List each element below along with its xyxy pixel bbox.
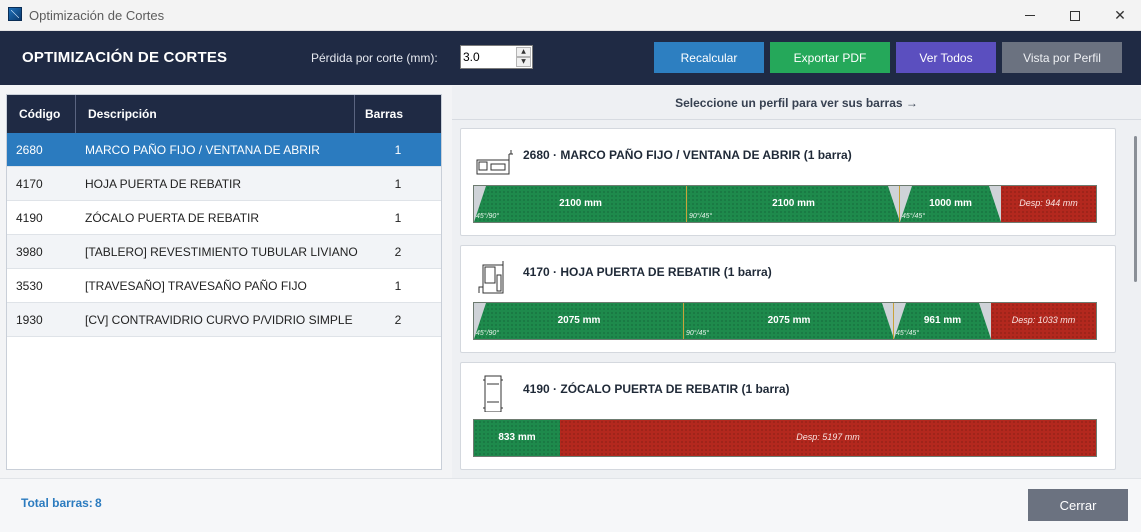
cell-bars: 2 — [394, 313, 402, 327]
cards-container: 2680 · MARCO PAÑO FIJO / VENTANA DE ABRI… — [460, 128, 1116, 478]
cell-bars: 1 — [394, 211, 402, 225]
total-bars-value: 8 — [95, 496, 102, 510]
cell-bars: 1 — [394, 279, 402, 293]
cell-code: 3980 — [16, 245, 43, 259]
cut-angle-label: 45°/90° — [476, 330, 500, 337]
cut-bar[interactable]: 2100 mm 45°/90° 2100 mm 90°/45° 1000 mm 45°/4… — [473, 185, 1097, 223]
footer: Total barras: 8 Cerrar — [0, 478, 1141, 532]
table-header: Código Descripción Barras — [7, 95, 441, 133]
cell-description: [CV] CONTRAVIDRIO CURVO P/VIDRIO SIMPLE — [85, 313, 353, 327]
app-icon — [8, 7, 22, 21]
window-title: Optimización de Cortes — [29, 8, 165, 23]
recalculate-button[interactable]: Recalcular — [654, 42, 764, 73]
column-header-bars[interactable]: Barras — [355, 95, 441, 133]
waste-segment[interactable]: Desp: 1033 mm — [991, 303, 1096, 339]
cut-segment[interactable]: 2075 mm — [684, 303, 894, 339]
select-profile-hint: Seleccione un perfil para ver sus barras… — [675, 96, 918, 110]
card-title: 2680 · MARCO PAÑO FIJO / VENTANA DE ABRI… — [523, 148, 852, 162]
cut-segment[interactable]: 2075 mm — [474, 303, 684, 339]
table-row[interactable]: 4170 HOJA PUERTA DE REBATIR 1 — [7, 167, 441, 201]
cell-description: [TRAVESAÑO] TRAVESAÑO PAÑO FIJO — [85, 279, 307, 293]
cut-angle-label: 90°/45° — [689, 213, 713, 220]
waste-segment[interactable]: Desp: 5197 mm — [560, 420, 1096, 456]
close-window-button[interactable]: ✕ — [1097, 0, 1141, 31]
title-bar: Optimización de Cortes ✕ — [0, 0, 1141, 31]
cell-code: 3530 — [16, 279, 43, 293]
cut-length-label: 2100 mm — [772, 198, 815, 209]
cell-code: 2680 — [16, 143, 43, 157]
cut-length-label: 833 mm — [498, 432, 536, 443]
cut-length-label: 961 mm — [923, 315, 962, 326]
minimize-button[interactable] — [1007, 0, 1053, 31]
cut-segment[interactable]: 833 mm — [474, 420, 560, 456]
table-row[interactable]: 2680 MARCO PAÑO FIJO / VENTANA DE ABRIR … — [7, 133, 441, 167]
loss-per-cut-label: Pérdida por corte (mm): — [311, 51, 438, 65]
waste-label: Desp: 5197 mm — [796, 432, 860, 442]
export-pdf-button[interactable]: Exportar PDF — [770, 42, 890, 73]
profiles-table: Código Descripción Barras 2680 MARCO PAÑ… — [6, 94, 442, 470]
cut-bar[interactable]: 833 mm Desp: 5197 mm — [473, 419, 1097, 457]
vertical-scrollbar[interactable] — [1128, 120, 1140, 478]
cut-bar[interactable]: 2075 mm 45°/90° 2075 mm 90°/45° 961 mm 45°/45… — [473, 302, 1097, 340]
cut-length-label: 2075 mm — [767, 315, 811, 326]
close-icon: ✕ — [1114, 7, 1126, 24]
divider — [452, 119, 1141, 120]
cell-description: HOJA PUERTA DE REBATIR — [85, 177, 242, 191]
cell-bars: 2 — [394, 245, 402, 259]
profile-card: 2680 · MARCO PAÑO FIJO / VENTANA DE ABRI… — [460, 128, 1116, 236]
cell-description: MARCO PAÑO FIJO / VENTANA DE ABRIR — [85, 143, 320, 157]
column-header-description[interactable]: Descripción — [76, 95, 355, 133]
cut-angle-label: 90°/45° — [686, 330, 710, 337]
dialog-window: Optimización de Cortes ✕ OPTIMIZACIÓN DE… — [0, 0, 1141, 532]
cut-angle-label: 45°/45° — [902, 213, 926, 220]
loss-per-cut-input[interactable] — [463, 48, 515, 66]
bars-panel: Seleccione un perfil para ver sus barras… — [452, 86, 1141, 478]
cell-code: 4190 — [16, 211, 43, 225]
maximize-icon — [1070, 10, 1080, 21]
table-body: 2680 MARCO PAÑO FIJO / VENTANA DE ABRIR … — [7, 133, 441, 337]
waste-label: Desp: 1033 mm — [1011, 315, 1076, 325]
header-bar: OPTIMIZACIÓN DE CORTES Pérdida por corte… — [0, 31, 1141, 85]
cut-angle-label: 45°/45° — [896, 330, 920, 337]
total-bars-label: Total barras: — [21, 496, 93, 510]
view-by-profile-button[interactable]: Vista por Perfil — [1002, 42, 1122, 73]
cut-segment[interactable]: 2100 mm — [474, 186, 687, 222]
scrollbar-thumb[interactable] — [1134, 136, 1137, 282]
cell-code: 1930 — [16, 313, 43, 327]
table-row[interactable]: 3980 [TABLERO] REVESTIMIENTO TUBULAR LIV… — [7, 235, 441, 269]
table-row[interactable]: 3530 [TRAVESAÑO] TRAVESAÑO PAÑO FIJO 1 — [7, 269, 441, 303]
profile-4190-icon — [483, 375, 503, 412]
cell-bars: 1 — [394, 143, 402, 157]
profile-card: 4170 · HOJA PUERTA DE REBATIR (1 barra) … — [460, 245, 1116, 353]
miter-right-mark — [989, 186, 1001, 222]
cell-description: ZÓCALO PUERTA DE REBATIR — [85, 211, 260, 225]
cut-length-label: 2075 mm — [557, 315, 601, 326]
card-title: 4170 · HOJA PUERTA DE REBATIR (1 barra) — [523, 265, 772, 279]
loss-per-cut-spinbox: ▲ ▼ — [460, 45, 533, 69]
minimize-icon — [1025, 15, 1035, 16]
miter-right-mark — [979, 303, 991, 339]
spin-down-button[interactable]: ▼ — [516, 57, 531, 67]
waste-label: Desp: 944 mm — [1019, 198, 1078, 208]
cut-segment[interactable]: 2100 mm — [687, 186, 900, 222]
maximize-button[interactable] — [1052, 0, 1098, 31]
cell-description: [TABLERO] REVESTIMIENTO TUBULAR LIVIANO — [85, 245, 358, 259]
close-button[interactable]: Cerrar — [1028, 489, 1128, 521]
cell-code: 4170 — [16, 177, 43, 191]
profile-4170-icon — [478, 261, 504, 294]
view-all-button[interactable]: Ver Todos — [896, 42, 996, 73]
cut-length-label: 1000 mm — [929, 198, 972, 209]
cell-bars: 1 — [394, 177, 402, 191]
spin-up-button[interactable]: ▲ — [516, 47, 531, 57]
profile-2680-icon — [476, 150, 513, 175]
cut-length-label: 2100 mm — [559, 198, 602, 209]
table-row[interactable]: 4190 ZÓCALO PUERTA DE REBATIR 1 — [7, 201, 441, 235]
column-header-code[interactable]: Código — [7, 95, 76, 133]
card-title: 4190 · ZÓCALO PUERTA DE REBATIR (1 barra… — [523, 382, 790, 396]
cut-angle-label: 45°/90° — [476, 213, 500, 220]
profile-card: 4190 · ZÓCALO PUERTA DE REBATIR (1 barra… — [460, 362, 1116, 470]
page-title: OPTIMIZACIÓN DE CORTES — [22, 49, 228, 66]
waste-segment[interactable]: Desp: 944 mm — [1001, 186, 1096, 222]
table-row[interactable]: 1930 [CV] CONTRAVIDRIO CURVO P/VIDRIO SI… — [7, 303, 441, 337]
